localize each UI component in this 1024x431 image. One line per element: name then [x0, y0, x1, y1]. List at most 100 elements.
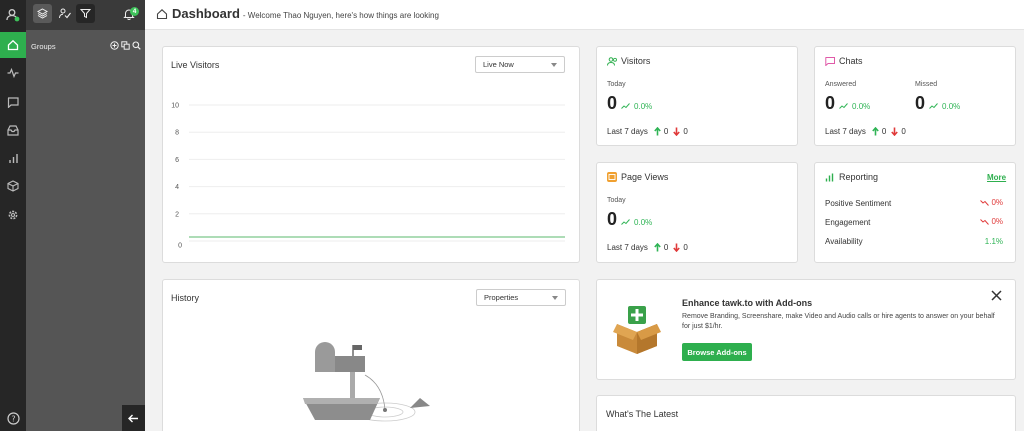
visitors-today-value: 0: [607, 93, 618, 113]
page-subtitle: - Welcome Thao Nguyen, here's how things…: [242, 11, 439, 20]
page-header: Dashboard - Welcome Thao Nguyen, here's …: [145, 0, 1024, 30]
history-card: History Properties: [162, 279, 580, 431]
icon-rail: ?: [0, 0, 26, 431]
addons-description-line2: for just $1/hr.: [682, 323, 723, 330]
copy-icon[interactable]: [121, 41, 130, 50]
help-icon[interactable]: ?: [0, 405, 26, 431]
addons-promo-card: Enhance tawk.to with Add-ons Remove Bran…: [596, 279, 1016, 380]
inbox-icon[interactable]: [0, 117, 26, 143]
page-views-last7-down: 0: [683, 243, 688, 252]
visitors-users-icon: [607, 57, 618, 66]
history-select-value: Properties: [484, 293, 519, 302]
trend-down-icon: [980, 218, 990, 225]
chevron-down-icon: [552, 296, 558, 300]
add-group-icon[interactable]: [110, 41, 119, 50]
filter-icon[interactable]: [76, 4, 95, 23]
page-views-today-value: 0: [607, 209, 618, 229]
reporting-title: Reporting: [839, 172, 879, 182]
addons-box-icon[interactable]: [0, 173, 26, 199]
reporting-card: Reporting More Positive Sentiment 0% Eng…: [814, 162, 1016, 263]
svg-text:?: ?: [11, 414, 15, 423]
arrow-down-icon: [891, 127, 899, 136]
addons-box-illustration: [613, 306, 661, 354]
empty-state-boat-illustration: [303, 342, 430, 422]
chat-icon[interactable]: [0, 89, 26, 115]
groups-label: Groups: [31, 42, 56, 51]
y-tick-label: 4: [175, 184, 179, 191]
arrow-up-icon: [654, 243, 661, 252]
trend-up-icon: [621, 219, 630, 225]
reporting-row-value: 1.1%: [984, 237, 1003, 246]
chats-last7-label: Last 7 days: [825, 127, 866, 136]
chats-last7-down: 0: [901, 127, 906, 136]
visitors-card: Visitors Today 0 0.0% Last 7 days 0 0: [596, 46, 798, 146]
chats-last7-up: 0: [881, 127, 887, 136]
arrow-down-icon: [673, 243, 681, 252]
groups-panel: Groups: [26, 0, 145, 431]
visitors-today-change: 0.0%: [634, 102, 653, 111]
arrow-left-icon: [128, 414, 138, 422]
reporting-bars-icon: [825, 173, 834, 182]
reporting-row-value: 0%: [991, 198, 1003, 207]
notification-count-badge: 4: [130, 7, 139, 16]
visitor-check-icon[interactable]: [55, 4, 74, 23]
page-views-today-change: 0.0%: [634, 218, 653, 227]
search-icon[interactable]: [132, 41, 141, 50]
trend-up-icon: [929, 103, 938, 109]
visitors-title: Visitors: [621, 56, 651, 66]
y-tick-label: 0: [178, 243, 182, 250]
reporting-row-label: Positive Sentiment: [825, 199, 892, 208]
settings-gear-icon[interactable]: [0, 202, 26, 228]
y-tick-label: 8: [175, 130, 179, 137]
page-views-card: Page Views Today 0 0.0% Last 7 days 0 0: [596, 162, 798, 263]
browse-addons-button[interactable]: Browse Add-ons: [682, 343, 752, 361]
reporting-row-value: 0%: [991, 217, 1003, 226]
visitors-last7-label: Last 7 days: [607, 127, 648, 136]
chevron-down-icon: [551, 63, 557, 67]
page-views-today-label: Today: [607, 197, 626, 204]
history-title: History: [171, 293, 200, 303]
page-views-title: Page Views: [621, 172, 669, 182]
chats-card: Chats Answered 0 0.0% Missed 0 0.0% Last…: [814, 46, 1016, 146]
live-visitors-card: Live Visitors Live Now 10 8 6 4 2 0: [162, 46, 580, 263]
arrow-up-icon: [654, 127, 661, 136]
chats-bubble-icon: [825, 57, 835, 66]
home-icon[interactable]: [0, 32, 26, 58]
history-select[interactable]: Properties: [476, 289, 566, 306]
activity-icon[interactable]: [0, 60, 26, 86]
reporting-row-label: Availability: [825, 237, 863, 246]
trend-up-icon: [839, 103, 848, 109]
user-status-icon[interactable]: [0, 2, 26, 28]
chats-missed-value: 0: [915, 93, 926, 113]
arrow-down-icon: [673, 127, 681, 136]
whats-latest-card: What's The Latest: [596, 395, 1016, 431]
addons-title: Enhance tawk.to with Add-ons: [682, 298, 813, 308]
chats-missed-change: 0.0%: [942, 102, 961, 111]
page-views-last7-up: 0: [663, 243, 669, 252]
live-visitors-title: Live Visitors: [171, 60, 220, 70]
visitors-last7-up: 0: [663, 127, 669, 136]
layers-icon[interactable]: [33, 4, 52, 23]
visitors-today-label: Today: [607, 81, 626, 88]
addons-description-line1: Remove Branding, Screenshare, make Video…: [682, 313, 995, 320]
home-outline-icon: [156, 8, 168, 20]
page-title: Dashboard: [172, 6, 240, 21]
reporting-more-link[interactable]: More: [987, 173, 1006, 182]
visitors-last7-down: 0: [683, 127, 688, 136]
close-icon[interactable]: [991, 290, 1002, 301]
live-visitors-chart: 10 8 6 4 2 0: [171, 103, 565, 250]
live-visitors-select-value: Live Now: [483, 60, 514, 69]
whats-latest-title: What's The Latest: [606, 409, 679, 419]
chats-title: Chats: [839, 56, 863, 66]
trend-down-icon: [980, 199, 990, 206]
live-visitors-select[interactable]: Live Now: [475, 56, 565, 73]
arrow-up-icon: [872, 127, 879, 136]
trend-up-icon: [621, 103, 630, 109]
page-views-last7-label: Last 7 days: [607, 243, 648, 252]
chats-answered-value: 0: [825, 93, 836, 113]
collapse-panel-button[interactable]: [122, 405, 145, 431]
chats-missed-label: Missed: [915, 81, 938, 88]
page-views-icon: [607, 172, 617, 182]
y-tick-label: 6: [175, 157, 179, 164]
reporting-icon[interactable]: [0, 145, 26, 171]
